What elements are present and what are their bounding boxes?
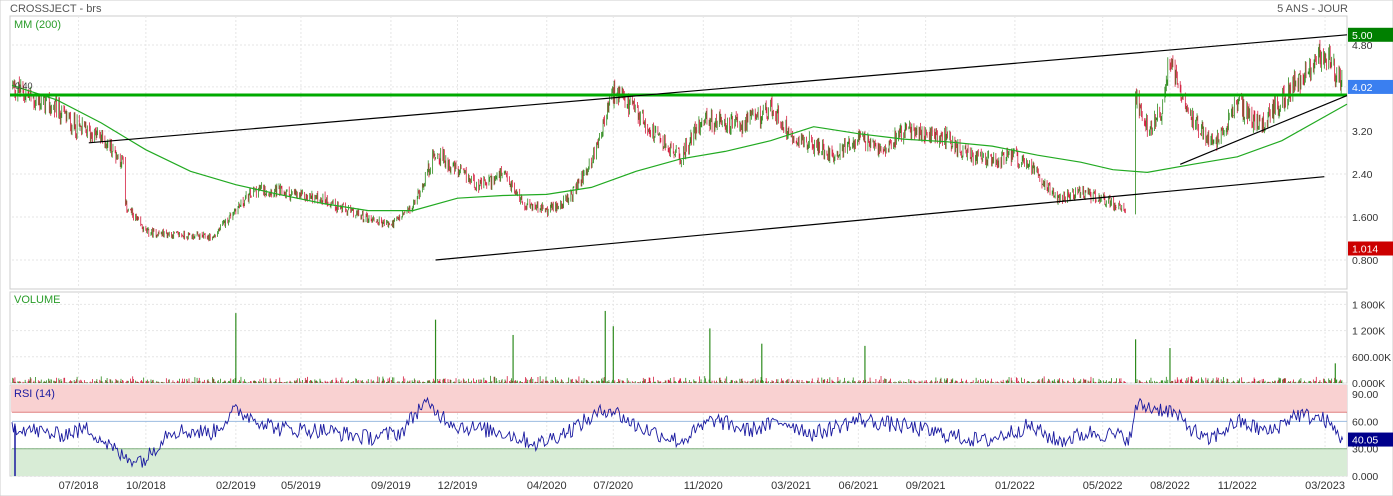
- x-tick-label: 10/2018: [126, 480, 166, 492]
- volume-panel: [9, 291, 1348, 384]
- x-tick-label: 03/2021: [771, 480, 811, 492]
- x-tick-label: 12/2019: [438, 480, 478, 492]
- x-tick-label: 02/2019: [216, 480, 256, 492]
- volume-tick-label: 1 800K: [1352, 299, 1385, 311]
- price-tick-label: 3.20: [1352, 126, 1373, 138]
- rsi-tick-label: 0.000: [1352, 471, 1378, 483]
- x-tick-label: 03/2023: [1305, 480, 1345, 492]
- rsi-band-oversold: [11, 448, 1347, 476]
- volume-tick-label: 1 200K: [1352, 326, 1385, 338]
- chart-title: CROSSJECT - brs: [10, 3, 102, 15]
- x-tick-label: 04/2020: [527, 480, 567, 492]
- price-left-label: 0.40: [15, 81, 33, 91]
- x-tick-label: 05/2019: [281, 480, 321, 492]
- trendline: [88, 34, 1348, 144]
- trendline: [1179, 94, 1348, 165]
- trendline: [435, 176, 1325, 261]
- x-tick-label: 09/2021: [906, 480, 946, 492]
- chart-period[interactable]: 5 ANS - JOUR: [1277, 3, 1348, 15]
- rsi-tick-label: 90.00: [1352, 389, 1378, 401]
- price-tick-label: 1.600: [1352, 212, 1378, 224]
- rsi-band-overbought: [11, 385, 1347, 413]
- price-tick-label: 0.800: [1352, 255, 1378, 267]
- rsi-panel-label: RSI (14): [14, 388, 55, 400]
- volume-tick-label: 600.00K: [1352, 352, 1391, 364]
- price-panel: [9, 15, 1348, 290]
- x-tick-label: 06/2021: [838, 480, 878, 492]
- x-tick-label: 07/2018: [59, 480, 99, 492]
- price-marker-label: 5.00: [1352, 30, 1373, 42]
- price-marker-label: 4.02: [1352, 82, 1373, 94]
- ma-panel-label: MM (200): [14, 19, 62, 31]
- x-tick-label: 07/2020: [593, 480, 633, 492]
- x-tick-label: 08/2022: [1150, 480, 1190, 492]
- x-tick-label: 11/2022: [1218, 480, 1257, 492]
- price-marker-label: 1.014: [1352, 243, 1378, 255]
- stock-chart: 07/2018 10/2018 02/2019 05/2019 09/2019 12/20…: [0, 0, 1393, 496]
- rsi-marker-label: 40.05: [1352, 435, 1378, 447]
- x-tick-label: 11/2020: [684, 480, 723, 492]
- price-tick-label: 2.40: [1352, 169, 1373, 181]
- x-tick-label: 01/2022: [995, 480, 1035, 492]
- x-tick-label: 09/2019: [371, 480, 411, 492]
- rsi-tick-label: 60.00: [1352, 416, 1378, 428]
- x-tick-label: 05/2022: [1083, 480, 1123, 492]
- volume-panel-label: VOLUME: [14, 294, 61, 306]
- price-tick-label: 4.80: [1352, 40, 1373, 52]
